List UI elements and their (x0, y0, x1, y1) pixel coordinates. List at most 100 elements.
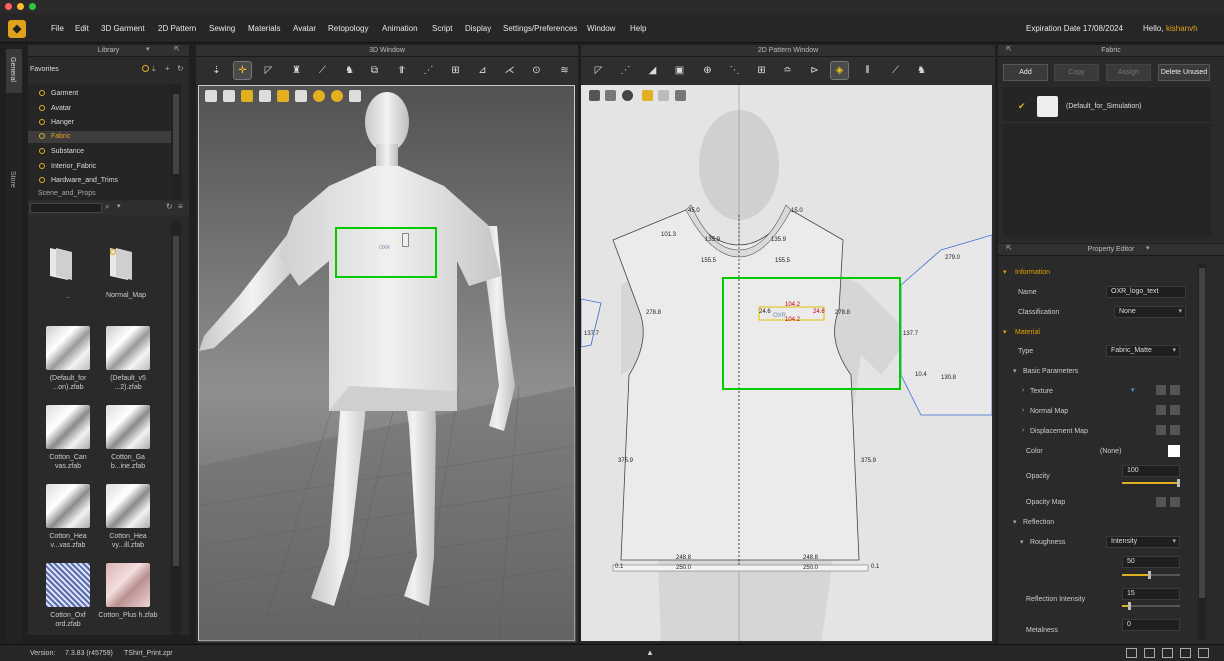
stripe-icon[interactable]: ⫴ (859, 62, 876, 79)
select-mesh-icon[interactable]: ◸ (260, 62, 277, 79)
menu-sewing[interactable]: Sewing (209, 24, 235, 33)
menu-avatar[interactable]: Avatar (293, 24, 316, 33)
avatar-pin-icon[interactable]: ⥣ (393, 62, 410, 79)
name-field[interactable]: OXR_logo_text (1106, 286, 1186, 298)
menu-help[interactable]: Help (630, 24, 646, 33)
roughness-collapse-icon[interactable]: ▾ (1020, 538, 1024, 546)
more-icon[interactable]: ≋ (556, 62, 573, 79)
folder-icon[interactable] (106, 246, 136, 282)
gear-icon[interactable] (331, 90, 343, 102)
property-scrollbar[interactable] (1198, 264, 1206, 640)
menu-edit[interactable]: Edit (75, 24, 89, 33)
grid-icon[interactable] (1156, 425, 1166, 435)
line-icon[interactable]: ⟋ (887, 62, 904, 79)
avatar-view-icon[interactable] (259, 90, 271, 102)
favorite-add-icon[interactable] (142, 65, 149, 72)
point-add-icon[interactable]: ⊕ (699, 62, 716, 79)
copy-fabric-button[interactable]: Copy (1054, 64, 1099, 81)
fabric-thumbnail[interactable] (46, 563, 90, 607)
transform-pattern-icon[interactable]: ◸ (590, 62, 607, 79)
username[interactable]: kishanvh (1166, 24, 1198, 33)
minimize-window-button[interactable] (17, 3, 24, 10)
zoom-window-button[interactable] (29, 3, 36, 10)
favorite-item-hanger[interactable]: Hanger (39, 119, 74, 126)
pattern-flag-icon[interactable] (658, 90, 669, 101)
layout-grid-icon[interactable] (1180, 648, 1191, 658)
shirt-icon[interactable]: ♞ (913, 62, 930, 79)
expand-icon[interactable]: › (1022, 407, 1024, 414)
plus-icon[interactable]: + (165, 64, 170, 73)
roughness-slider-knob[interactable] (1148, 571, 1151, 579)
layout-close-icon[interactable] (1198, 648, 1209, 658)
garment-icon[interactable]: ♞ (341, 62, 358, 79)
list-view-icon[interactable]: ≡ (178, 202, 183, 211)
favorite-item-hardware[interactable]: Hardware_and_Trims (39, 177, 118, 184)
type-select[interactable]: Fabric_Matte (1106, 345, 1180, 357)
tab-general[interactable]: General (6, 49, 22, 93)
fabric-thumbnail[interactable] (106, 326, 150, 370)
fabric-thumbnail[interactable] (46, 484, 90, 528)
delete-unused-button[interactable]: Delete Unused (1158, 64, 1210, 81)
favorite-item-avatar[interactable]: Avatar (39, 105, 71, 112)
measure-icon[interactable]: ⋌ (501, 62, 518, 79)
delete-icon[interactable] (1170, 497, 1180, 507)
favorite-item-interior-fabric[interactable]: Interior_Fabric (39, 163, 96, 170)
view-mode-icon[interactable] (205, 90, 217, 102)
search-dropdown-icon[interactable]: ▾ (117, 202, 121, 210)
pattern-export-icon[interactable] (675, 90, 686, 101)
layout-split-icon[interactable] (1144, 648, 1155, 658)
search-icon[interactable]: ⌕ (105, 202, 109, 212)
fabric-list-item[interactable]: ✔ (Default_for_Simulation) (1003, 91, 1211, 123)
3d-viewport[interactable]: OXR (198, 85, 576, 642)
delete-icon[interactable] (1170, 425, 1180, 435)
scroll-thumb[interactable] (173, 236, 179, 566)
texture-view-icon[interactable] (241, 90, 253, 102)
tape-icon[interactable]: ⊿ (474, 62, 491, 79)
favorite-item-substance[interactable]: Substance (39, 148, 84, 155)
texture-edit-icon[interactable]: ◈ (830, 61, 849, 80)
information-collapse-icon[interactable]: ▾ (1003, 268, 1007, 276)
color-swatch[interactable] (1168, 445, 1180, 457)
gizmo-icon[interactable]: ✛ (233, 61, 252, 80)
basic-params-collapse-icon[interactable]: ▾ (1013, 367, 1017, 375)
menu-display[interactable]: Display (465, 24, 491, 33)
folder-up-icon[interactable] (46, 246, 76, 282)
favorite-item-garment[interactable]: Garment (39, 90, 78, 97)
fabric-thumbnail[interactable] (46, 326, 90, 370)
edit-pattern-icon[interactable]: ⋰ (617, 62, 634, 79)
expand-up-icon[interactable]: ▲ (646, 648, 654, 657)
favorite-item-scene[interactable]: Scene_and_Props (38, 190, 96, 197)
menu-window[interactable]: Window (587, 24, 615, 33)
grid-icon[interactable] (1156, 405, 1166, 415)
fabric-thumbnail[interactable] (46, 405, 90, 449)
point-icon[interactable]: ⊙ (528, 62, 545, 79)
reflection-intensity-slider-knob[interactable] (1127, 602, 1131, 610)
material-collapse-icon[interactable]: ▾ (1003, 328, 1007, 336)
library-search-input[interactable] (30, 203, 102, 213)
fabric-thumbnail[interactable] (106, 484, 150, 528)
menu-script[interactable]: Script (432, 24, 452, 33)
layout-single-icon[interactable] (1126, 648, 1137, 658)
download-icon[interactable]: ⤓ (152, 64, 156, 74)
assign-fabric-button[interactable]: Assign (1106, 64, 1151, 81)
flag-icon[interactable] (295, 90, 307, 102)
metalness-field[interactable]: 0 (1122, 619, 1180, 631)
opacity-slider-knob[interactable] (1177, 479, 1180, 487)
hand-icon[interactable] (277, 90, 289, 102)
opacity-field[interactable]: 100 (1122, 465, 1180, 477)
menu-animation[interactable]: Animation (382, 24, 418, 33)
grid-icon[interactable] (1156, 497, 1166, 507)
rectangle-icon[interactable]: ◢ (644, 62, 661, 79)
texture-dropdown-icon[interactable]: ▾ (1131, 386, 1135, 394)
opacity-slider[interactable] (1122, 479, 1180, 487)
grid-pattern-icon[interactable]: ⊞ (753, 62, 770, 79)
refresh-icon[interactable]: ↻ (166, 202, 173, 211)
undock-icon[interactable]: ⇱ (174, 45, 180, 53)
export-icon[interactable] (349, 90, 361, 102)
fabric-thumbnail[interactable] (106, 563, 150, 607)
seam-icon[interactable]: ⊳ (806, 62, 823, 79)
sewing-icon[interactable]: ≏ (779, 62, 796, 79)
menu-2d-pattern[interactable]: 2D Pattern (158, 24, 196, 33)
shirt-view-icon[interactable] (223, 90, 235, 102)
layout-triple-icon[interactable] (1162, 648, 1173, 658)
